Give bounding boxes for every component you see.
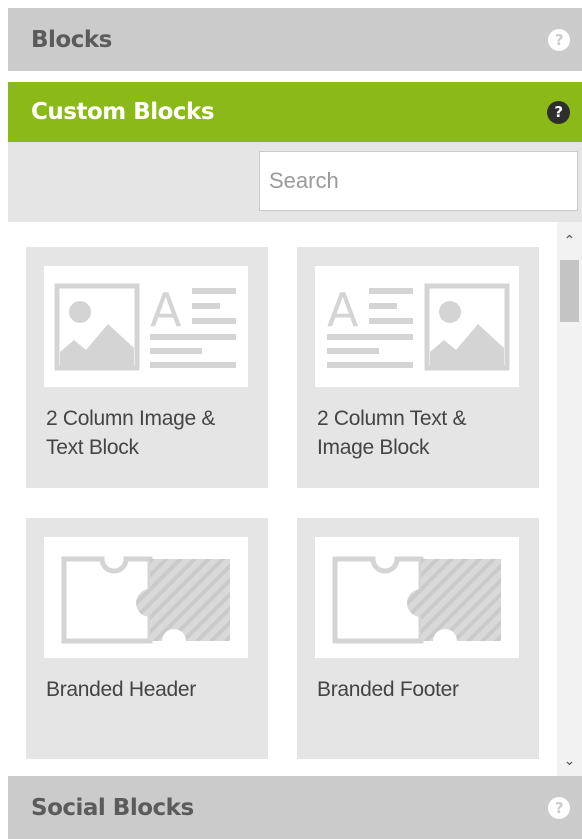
image-text-layout-icon: A [44,266,248,387]
accordion-title: Social Blocks [31,794,194,821]
help-icon[interactable]: ? [547,100,570,124]
block-card-2-column-text-image[interactable]: A 2 Column Text & Image Block [297,247,539,488]
scroll-down-arrow-icon[interactable]: ⌄ [557,748,582,772]
svg-text:A: A [327,283,359,337]
scroll-thumb[interactable] [560,260,579,322]
blocks-panel: Blocks ? Custom Blocks ? A [8,8,582,839]
block-card-2-column-image-text[interactable]: A 2 Column Image & Text Block [26,247,268,488]
block-card-label: 2 Column Text & Image Block [317,407,467,459]
help-icon[interactable]: ? [548,796,570,819]
search-input[interactable] [259,151,578,211]
accordion-title: Blocks [31,26,112,53]
block-card-label: Branded Footer [317,678,459,701]
text-image-layout-icon: A [315,266,519,387]
puzzle-piece-icon [44,537,248,658]
help-icon[interactable]: ? [548,28,570,51]
block-card-label: Branded Header [46,678,196,701]
block-card-branded-header[interactable]: Branded Header [26,518,268,759]
accordion-header-social-blocks[interactable]: Social Blocks ? [8,776,582,839]
block-card-label: 2 Column Image & Text Block [46,407,216,459]
svg-text:A: A [150,283,182,337]
accordion-header-blocks[interactable]: Blocks ? [8,8,582,71]
search-bar [8,142,582,222]
vertical-scrollbar[interactable]: ⌃ ⌄ [557,222,582,776]
scroll-up-arrow-icon[interactable]: ⌃ [557,228,582,252]
puzzle-piece-icon [315,537,519,658]
accordion-header-custom-blocks[interactable]: Custom Blocks ? [8,82,582,142]
block-card-branded-footer[interactable]: Branded Footer [297,518,539,759]
custom-blocks-list: A 2 Column Image & Text Block A 2 Column… [8,222,582,776]
accordion-title: Custom Blocks [31,99,215,125]
